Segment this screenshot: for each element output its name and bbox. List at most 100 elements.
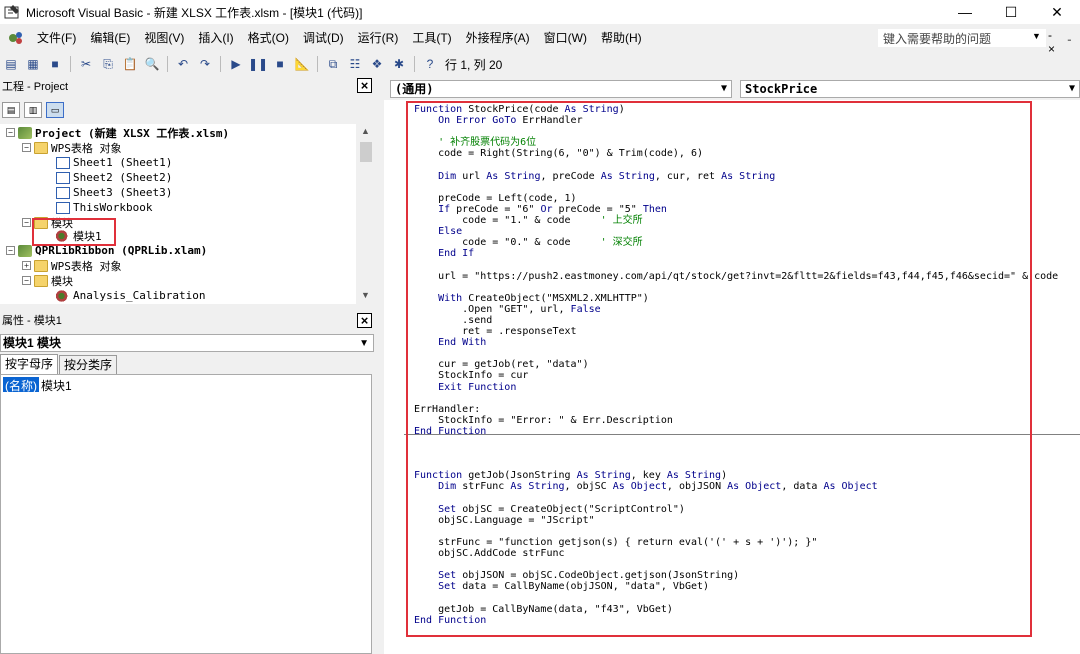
menu-format[interactable]: 格式(O) xyxy=(241,26,296,50)
toolbox-icon[interactable]: ✱ xyxy=(389,54,409,74)
vba-app-icon xyxy=(4,5,19,19)
menu-help[interactable]: 帮助(H) xyxy=(594,26,649,50)
tree-node-label: Sheet3 (Sheet3) xyxy=(73,186,173,199)
project-icon xyxy=(18,244,32,257)
stop-icon[interactable]: ■ xyxy=(270,54,290,74)
menu-addins[interactable]: 外接程序(A) xyxy=(459,26,537,50)
insert-module-icon[interactable]: ▦ xyxy=(23,54,43,74)
tree-node-qprlib-modules[interactable]: − 模块 xyxy=(22,273,73,288)
project-toolbar: ▤ ▥ ▭ xyxy=(0,98,374,122)
property-value[interactable]: 模块1 xyxy=(39,377,72,393)
project-explorer-icon[interactable]: ⧉ xyxy=(323,54,343,74)
design-mode-icon[interactable]: 📐 xyxy=(292,54,312,74)
help-icon[interactable]: ? xyxy=(420,54,440,74)
object-combo-value: (通用) xyxy=(395,82,434,96)
menu-insert[interactable]: 插入(I) xyxy=(191,26,240,50)
tree-node-label: Analysis_Calibration xyxy=(73,289,206,302)
expand-icon[interactable]: + xyxy=(22,261,31,270)
cut-icon[interactable]: ✂ xyxy=(76,54,96,74)
scroll-up-icon[interactable]: ▲ xyxy=(361,126,370,136)
menu-run[interactable]: 运行(R) xyxy=(351,26,406,50)
tree-node-label: Sheet1 (Sheet1) xyxy=(73,156,173,169)
chevron-down-icon[interactable]: ▼ xyxy=(359,336,369,352)
folder-icon xyxy=(34,274,48,287)
object-browser-icon[interactable]: ❖ xyxy=(367,54,387,74)
module-icon xyxy=(56,289,70,302)
standard-toolbar: ▤ ▦ ■ ✂ ⎘ 📋 🔍 ↶ ↷ ▶ ❚❚ ■ 📐 ⧉ ☷ ❖ ✱ ? 行 1… xyxy=(0,52,1080,76)
vba-menu-icon[interactable] xyxy=(6,29,26,47)
tree-node-qprlib-wps-objects[interactable]: + WPS表格 对象 xyxy=(22,258,122,273)
properties-window-icon[interactable]: ☷ xyxy=(345,54,365,74)
chevron-down-icon[interactable]: ▼ xyxy=(1069,81,1075,97)
run-icon[interactable]: ▶ xyxy=(226,54,246,74)
paste-icon[interactable]: 📋 xyxy=(120,54,140,74)
properties-tabs: 按字母序 按分类序 xyxy=(0,354,118,374)
pause-icon[interactable]: ❚❚ xyxy=(248,54,268,74)
tree-node-sheet3[interactable]: Sheet3 (Sheet3) xyxy=(56,185,172,200)
maximize-button[interactable]: ☐ xyxy=(988,0,1034,24)
tree-node-label: ThisWorkbook xyxy=(73,201,153,214)
toolbar-separator xyxy=(220,56,221,72)
view-excel-icon[interactable]: ▤ xyxy=(1,54,21,74)
view-code-icon[interactable]: ▤ xyxy=(2,102,20,118)
project-icon xyxy=(18,126,32,139)
close-properties-panel-button[interactable]: × xyxy=(357,313,372,328)
properties-grid: (名称) 模块1 xyxy=(0,374,372,654)
tree-node-label: WPS表格 对象 xyxy=(51,141,122,155)
tree-node-label: Project (新建 XLSX 工作表.xlsm) xyxy=(35,126,230,140)
tree-node-label: WPS表格 对象 xyxy=(51,259,122,273)
copy-icon[interactable]: ⎘ xyxy=(98,54,118,74)
toolbar-separator xyxy=(414,56,415,72)
redo-icon[interactable]: ↷ xyxy=(195,54,215,74)
panel-splitter[interactable] xyxy=(376,78,382,654)
tab-alphabetic[interactable]: 按字母序 xyxy=(0,354,59,374)
sheet-icon xyxy=(56,171,70,184)
window-title: Microsoft Visual Basic - 新建 XLSX 工作表.xls… xyxy=(26,5,363,20)
project-panel-header: 工程 - Project xyxy=(0,76,374,96)
tree-node-sheet2[interactable]: Sheet2 (Sheet2) xyxy=(56,170,172,185)
toolbar-separator xyxy=(70,56,71,72)
tab-categorized[interactable]: 按分类序 xyxy=(59,355,118,374)
close-project-panel-button[interactable]: × xyxy=(357,78,372,93)
toggle-folders-icon[interactable]: ▭ xyxy=(46,102,64,118)
chevron-down-icon[interactable]: ▼ xyxy=(721,81,727,97)
collapse-icon[interactable]: − xyxy=(22,276,31,285)
tree-node-project[interactable]: − Project (新建 XLSX 工作表.xlsm) xyxy=(6,125,229,140)
help-search-input[interactable]: 键入需要帮助的问题 xyxy=(878,29,1046,47)
collapse-icon[interactable]: − xyxy=(22,143,31,152)
save-icon[interactable]: ■ xyxy=(45,54,65,74)
scrollbar-thumb[interactable] xyxy=(360,142,372,162)
folder-icon xyxy=(34,141,48,154)
tree-node-thisworkbook[interactable]: ThisWorkbook xyxy=(56,200,152,215)
menu-window[interactable]: 窗口(W) xyxy=(537,26,594,50)
module1-highlight-box xyxy=(32,218,116,246)
menu-view[interactable]: 视图(V) xyxy=(137,26,191,50)
property-row-name[interactable]: (名称) 模块1 xyxy=(3,377,72,393)
scroll-down-icon[interactable]: ▼ xyxy=(361,290,370,300)
code-window-header: (通用) ▼ StockPrice ▼ xyxy=(384,78,1080,98)
tree-node-wps-objects[interactable]: − WPS表格 对象 xyxy=(22,140,122,155)
tree-node-label: 模块 xyxy=(51,274,73,288)
vba-editor-window: Microsoft Visual Basic - 新建 XLSX 工作表.xls… xyxy=(0,0,1080,654)
undo-icon[interactable]: ↶ xyxy=(173,54,193,74)
minimize-button[interactable]: — xyxy=(942,0,988,24)
properties-object-select[interactable]: 模块1 模块 ▼ xyxy=(0,334,374,352)
collapse-icon[interactable]: − xyxy=(6,128,15,137)
project-tree: − Project (新建 XLSX 工作表.xlsm) − WPS表格 对象 … xyxy=(0,124,356,304)
collapse-icon[interactable]: − xyxy=(6,246,15,255)
object-combo[interactable]: (通用) ▼ xyxy=(390,80,732,98)
procedure-combo-value: StockPrice xyxy=(745,82,818,96)
chevron-down-icon[interactable]: ▼ xyxy=(1032,31,1041,41)
menu-file[interactable]: 文件(F) xyxy=(30,26,83,50)
collapse-icon[interactable]: − xyxy=(22,218,31,227)
tree-node-analysis-calibration[interactable]: Analysis_Calibration xyxy=(56,288,205,303)
view-object-icon[interactable]: ▥ xyxy=(24,102,42,118)
procedure-combo[interactable]: StockPrice ▼ xyxy=(740,80,1080,98)
menu-edit[interactable]: 编辑(E) xyxy=(83,26,137,50)
close-window-button[interactable]: ✕ xyxy=(1034,0,1080,24)
menu-debug[interactable]: 调试(D) xyxy=(296,26,351,50)
project-tree-scrollbar[interactable]: ▲ ▼ xyxy=(358,124,374,304)
find-icon[interactable]: 🔍 xyxy=(142,54,162,74)
tree-node-sheet1[interactable]: Sheet1 (Sheet1) xyxy=(56,155,172,170)
menu-tools[interactable]: 工具(T) xyxy=(405,26,458,50)
